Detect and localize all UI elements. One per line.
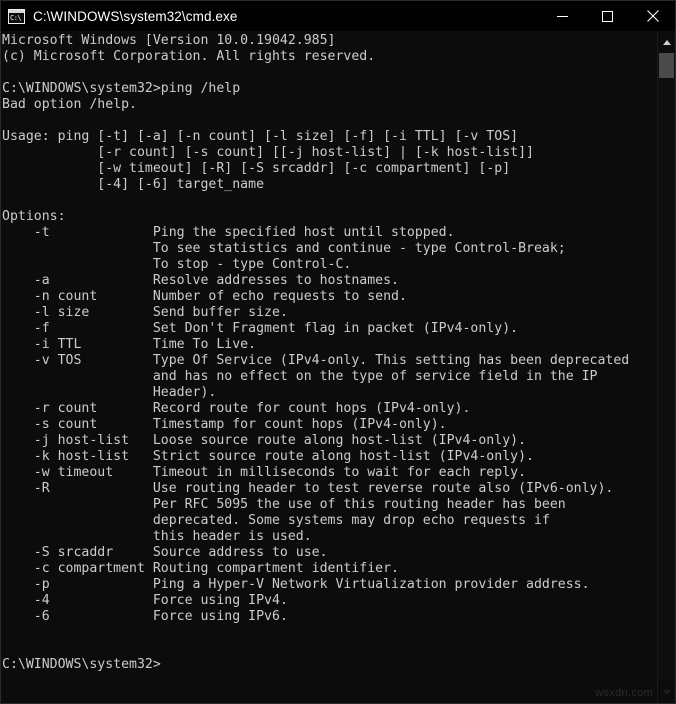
cmd-window: C:\ C:\WINDOWS\system32\cmd.exe Microsof… <box>0 0 676 704</box>
terminal-screen[interactable]: Microsoft Windows [Version 10.0.19042.98… <box>1 31 657 703</box>
scrollbar-down-button[interactable] <box>658 681 675 703</box>
chevron-up-icon <box>662 39 671 45</box>
chevron-down-icon <box>662 689 671 695</box>
scrollbar-up-button[interactable] <box>658 31 675 53</box>
window-title: C:\WINDOWS\system32\cmd.exe <box>33 8 238 24</box>
cmd-icon-glyph: C:\ <box>10 13 22 22</box>
close-button[interactable] <box>630 1 675 31</box>
maximize-button[interactable] <box>585 1 630 31</box>
watermark: wsxdn.com <box>595 687 653 699</box>
minimize-button[interactable] <box>540 1 585 31</box>
console-area: Microsoft Windows [Version 10.0.19042.98… <box>1 31 675 703</box>
terminal-output: Microsoft Windows [Version 10.0.19042.98… <box>2 33 630 672</box>
window-controls <box>540 1 675 31</box>
title-bar[interactable]: C:\ C:\WINDOWS\system32\cmd.exe <box>1 1 675 31</box>
cmd-console-icon: C:\ <box>8 8 25 24</box>
vertical-scrollbar[interactable] <box>657 31 675 703</box>
scrollbar-track[interactable] <box>658 53 675 681</box>
scrollbar-thumb[interactable] <box>659 53 674 79</box>
